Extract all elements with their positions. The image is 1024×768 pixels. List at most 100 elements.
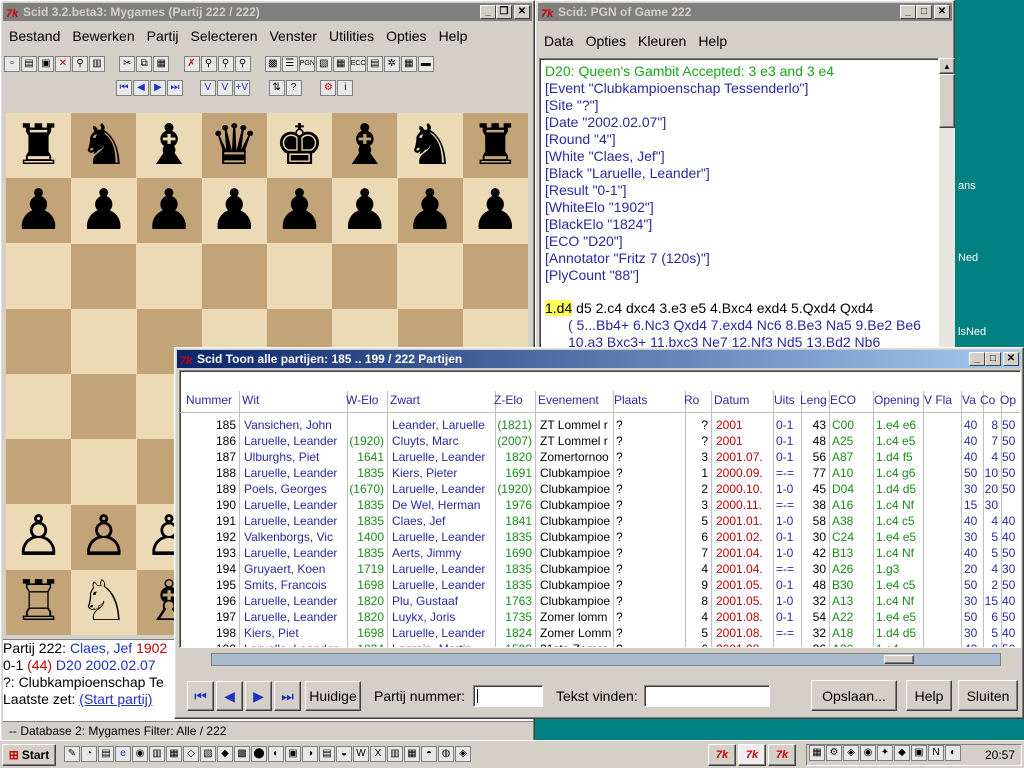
board-square[interactable]: ♝ xyxy=(136,113,202,178)
app-icon[interactable]: ◐ xyxy=(268,746,284,762)
table-cell[interactable]: (1920) xyxy=(494,481,534,497)
table-cell[interactable]: 30 xyxy=(962,481,982,497)
stats-icon[interactable]: ✲ xyxy=(383,56,400,72)
table-cell[interactable]: 0-1 xyxy=(774,417,800,433)
table-cell[interactable]: 50 xyxy=(962,577,982,593)
table-cell[interactable]: 50 xyxy=(962,465,982,481)
column-header-welo[interactable]: W-Elo xyxy=(346,393,386,407)
prev-page-button[interactable]: ◀ xyxy=(216,681,243,711)
filter-icon[interactable]: ✗ xyxy=(183,56,200,72)
app-icon[interactable]: ◇ xyxy=(183,746,199,762)
table-cell[interactable]: A22 xyxy=(830,609,872,625)
table-cell[interactable]: Laruelle, Leander xyxy=(390,577,494,593)
table-cell[interactable]: Leander, Laruelle xyxy=(390,417,494,433)
table-cell[interactable]: ? xyxy=(614,449,684,465)
table-cell[interactable]: 1641 xyxy=(346,449,386,465)
app-icon[interactable]: ◒ xyxy=(336,746,352,762)
table-cell[interactable]: 0-1 xyxy=(774,529,800,545)
table-cell[interactable]: 3 xyxy=(684,449,710,465)
table-cell[interactable]: 2001.01. xyxy=(714,513,772,529)
table-cell[interactable]: 7 xyxy=(684,545,710,561)
table-cell[interactable]: 4 xyxy=(980,513,1000,529)
table-cell[interactable]: 194 xyxy=(180,561,238,577)
app-icon[interactable]: ▦ xyxy=(166,746,182,762)
table-cell[interactable]: 8 xyxy=(684,593,710,609)
table-cell[interactable]: A25 xyxy=(830,433,872,449)
clock[interactable]: 20:57 xyxy=(985,748,1015,762)
tray-icon[interactable]: ▦ xyxy=(809,745,825,761)
table-cell[interactable]: =-= xyxy=(774,497,800,513)
column-header-nummer[interactable]: Nummer xyxy=(180,393,238,407)
eco-icon[interactable]: ECO xyxy=(349,56,366,72)
board-square[interactable]: ♟ xyxy=(71,178,137,244)
pgn-text-area[interactable]: D20: Queen's Gambit Accepted: 3 e3 and 3… xyxy=(539,58,939,350)
table-cell[interactable]: 2001.07. xyxy=(714,449,772,465)
table-cell[interactable]: 1.c4 Nf xyxy=(874,545,922,561)
table-cell[interactable]: Clubkampioe xyxy=(538,529,612,545)
table-cell[interactable]: Laruelle, Leander xyxy=(390,561,494,577)
table-cell[interactable]: 1835 xyxy=(494,529,534,545)
table-cell[interactable]: 2 xyxy=(684,481,710,497)
board-square[interactable] xyxy=(6,308,71,374)
column-header-opening[interactable]: Opening xyxy=(874,393,922,407)
search-material-icon[interactable]: ⚲ xyxy=(234,56,251,72)
table-cell[interactable]: 5 xyxy=(980,529,1000,545)
table-cell[interactable]: 50 xyxy=(1000,417,1020,433)
next-page-button[interactable]: ▶ xyxy=(245,681,272,711)
restore-button[interactable]: ❐ xyxy=(496,5,512,19)
table-cell[interactable]: 1400 xyxy=(346,529,386,545)
table-cell[interactable]: 1835 xyxy=(346,513,386,529)
table-cell[interactable]: 32 xyxy=(800,625,828,641)
column-separator[interactable] xyxy=(535,391,536,647)
table-cell[interactable]: A16 xyxy=(830,497,872,513)
table-cell[interactable]: Laruelle, Leander xyxy=(242,497,346,513)
app-icon[interactable]: ▥ xyxy=(149,746,165,762)
table-cell[interactable]: Vansichen, John xyxy=(242,417,346,433)
board-square[interactable] xyxy=(201,243,267,309)
board-square[interactable]: ♝ xyxy=(332,113,398,178)
table-cell[interactable]: Clubkampioe xyxy=(538,513,612,529)
column-header-va[interactable]: Va xyxy=(962,393,982,407)
chess-piece[interactable]: ♝ xyxy=(144,117,194,174)
table-cell[interactable]: 1.e4 e5 xyxy=(874,529,922,545)
app-icon[interactable]: ◑ xyxy=(302,746,318,762)
table-cell[interactable]: 5 xyxy=(684,625,710,641)
open-icon[interactable]: ▤ xyxy=(21,56,37,72)
table-cell[interactable]: 1835 xyxy=(346,545,386,561)
table-cell[interactable]: 8 xyxy=(980,417,1000,433)
table-cell[interactable]: 5 xyxy=(684,513,710,529)
table-cell[interactable]: =-= xyxy=(774,465,800,481)
table-cell[interactable]: Kiers, Piet xyxy=(242,625,346,641)
chess-piece[interactable]: ♛ xyxy=(209,117,259,174)
table-cell[interactable]: 2000.11. xyxy=(714,497,772,513)
table-cell[interactable]: 4 xyxy=(684,561,710,577)
table-cell[interactable]: 4 xyxy=(980,561,1000,577)
board-square[interactable] xyxy=(6,374,71,439)
table-cell[interactable]: =-= xyxy=(774,641,800,647)
exit-var-icon[interactable]: V xyxy=(216,80,233,96)
scroll-thumb[interactable] xyxy=(884,655,914,664)
table-cell[interactable]: 195 xyxy=(180,577,238,593)
board-view-icon[interactable]: ▦ xyxy=(400,56,417,72)
board-square[interactable] xyxy=(71,439,137,505)
table-cell[interactable]: A26 xyxy=(830,561,872,577)
tray-icon[interactable]: ⚙ xyxy=(826,745,842,761)
scroll-thumb[interactable] xyxy=(939,74,955,128)
table-cell[interactable]: Plu, Gustaaf xyxy=(390,593,494,609)
table-cell[interactable]: A18 xyxy=(830,625,872,641)
table-cell[interactable]: 54 xyxy=(800,609,828,625)
tray-icon[interactable]: ◉ xyxy=(860,745,876,761)
chess-piece[interactable]: ♙ xyxy=(79,509,129,565)
menu-opties[interactable]: Opties xyxy=(580,33,632,49)
crosstable-icon[interactable]: ▦ xyxy=(332,56,349,72)
first-move-icon[interactable]: ⏮ xyxy=(116,80,132,96)
book-icon[interactable]: ▥ xyxy=(89,56,105,72)
table-cell[interactable]: 40 xyxy=(1000,593,1020,609)
app-icon[interactable]: X xyxy=(370,746,386,762)
table-cell[interactable]: Laruelle, Leander xyxy=(242,641,346,647)
table-cell[interactable]: 30 xyxy=(800,561,828,577)
close-button[interactable]: ✕ xyxy=(1003,352,1019,366)
table-cell[interactable]: 6 xyxy=(684,529,710,545)
table-cell[interactable]: Ulburghs, Piet xyxy=(242,449,346,465)
board-square[interactable] xyxy=(397,243,463,309)
